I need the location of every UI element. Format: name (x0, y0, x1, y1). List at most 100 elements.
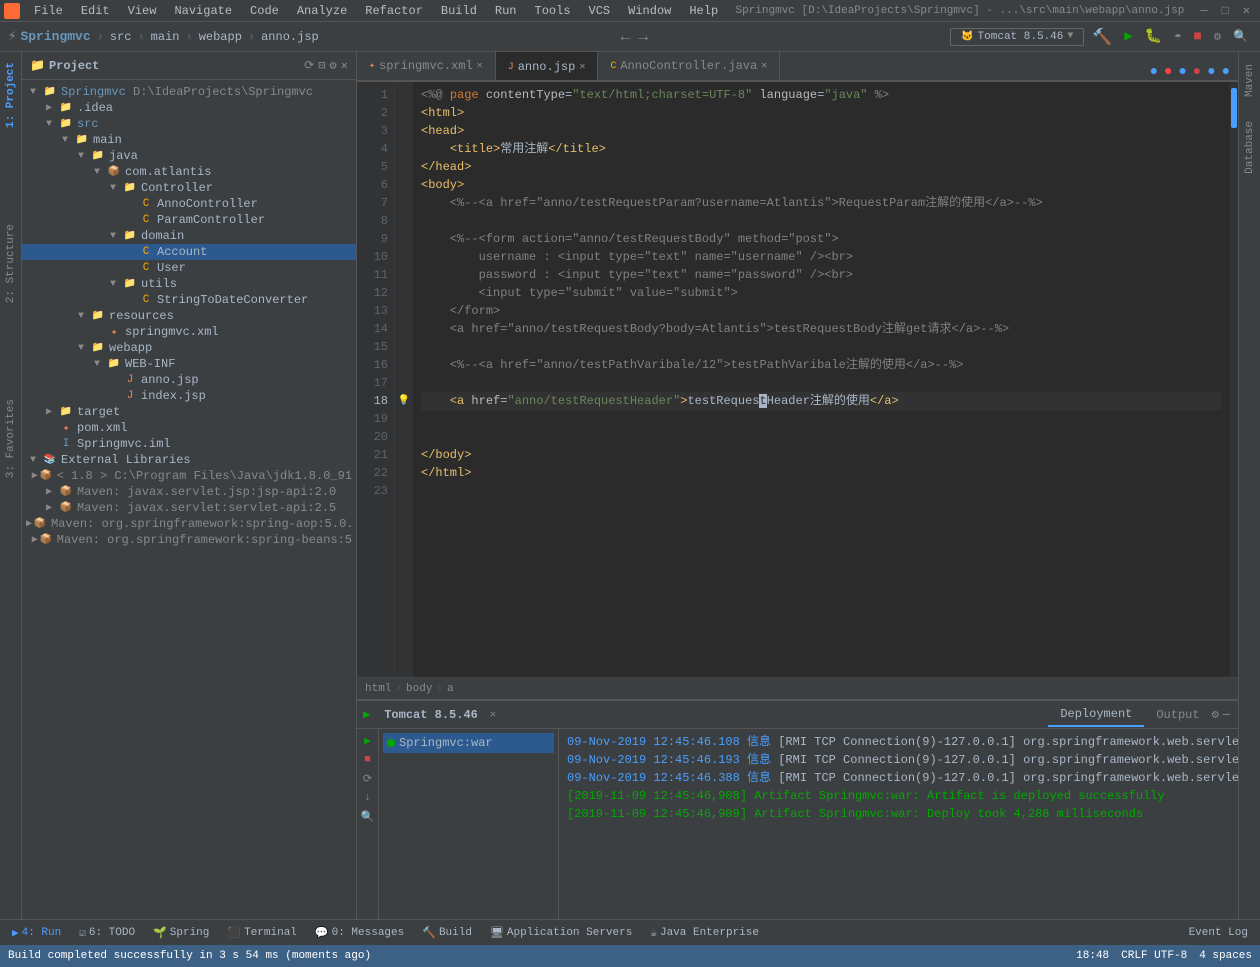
messages-tool-btn[interactable]: 💬 0: Messages (307, 924, 412, 942)
coverage-btn[interactable]: ☂ (1170, 27, 1185, 46)
tree-converter[interactable]: C StringToDateConverter (22, 292, 356, 308)
favorites-tab-label[interactable]: 3: Favorites (3, 393, 19, 484)
forward-btn[interactable]: → (638, 28, 648, 46)
run-config[interactable]: 🐱 Tomcat 8.5.46 ▼ (950, 28, 1084, 46)
tab-springmvc-xml[interactable]: ✦ springmvc.xml ✕ (357, 52, 496, 80)
java-enterprise-tool-btn[interactable]: ☕ Java Enterprise (642, 924, 767, 942)
tree-jdk[interactable]: ▶ 📦 < 1.8 > C:\Program Files\Java\jdk1.8… (22, 468, 356, 484)
close-btn[interactable]: ✕ (1237, 1, 1256, 20)
tree-index-jsp[interactable]: J index.jsp (22, 388, 356, 404)
menu-window[interactable]: Window (620, 2, 679, 20)
tree-account[interactable]: C Account (22, 244, 356, 260)
breadcrumb-html[interactable]: html (365, 683, 391, 695)
structure-tab-label[interactable]: 2: Structure (3, 218, 19, 309)
back-btn[interactable]: ← (621, 28, 631, 46)
tab-ctrl-close[interactable]: ✕ (761, 60, 767, 72)
tree-com-atlantis[interactable]: ▼ 📦 com.atlantis (22, 164, 356, 180)
search-icon[interactable]: 🔨 (1088, 25, 1116, 49)
settings-run-icon[interactable]: ⚙ (1212, 707, 1219, 722)
firefox-icon[interactable]: ● (1164, 64, 1172, 80)
menu-code[interactable]: Code (242, 2, 287, 20)
event-log-btn[interactable]: Event Log (1181, 925, 1256, 941)
safari-icon[interactable]: ● (1222, 64, 1230, 80)
tree-maven1[interactable]: ▶ 📦 Maven: javax.servlet.jsp:jsp-api:2.0 (22, 484, 356, 500)
tree-user[interactable]: C User (22, 260, 356, 276)
run-btn[interactable]: ▶ (1120, 26, 1136, 47)
run-side-filter[interactable]: 🔍 (360, 809, 376, 825)
breadcrumb-body[interactable]: body (406, 683, 432, 695)
tree-anno-controller[interactable]: C AnnoController (22, 196, 356, 212)
tree-webapp[interactable]: ▼ 📁 webapp (22, 340, 356, 356)
tree-springmvc-xml[interactable]: ✦ springmvc.xml (22, 324, 356, 340)
project-tab-label[interactable]: 1: Project (3, 56, 19, 134)
minus-run-icon[interactable]: ─ (1223, 708, 1230, 722)
tab-springmvc-close[interactable]: ✕ (477, 60, 483, 72)
menu-run[interactable]: Run (487, 2, 525, 20)
tab-output[interactable]: Output (1144, 704, 1211, 726)
tree-root[interactable]: ▼ 📁 Springmvc D:\IdeaProjects\Springmvc (22, 84, 356, 100)
tree-domain[interactable]: ▼ 📁 domain (22, 228, 356, 244)
scrollbar-thumb[interactable] (1231, 88, 1237, 128)
tab-deployment[interactable]: Deployment (1048, 703, 1144, 727)
tree-maven3[interactable]: ▶ 📦 Maven: org.springframework:spring-ao… (22, 516, 356, 532)
debug-btn[interactable]: 🐛 (1141, 26, 1166, 47)
tree-java[interactable]: ▼ 📁 java (22, 148, 356, 164)
menu-build[interactable]: Build (433, 2, 485, 20)
breadcrumb-a[interactable]: a (447, 683, 454, 695)
maximize-btn[interactable]: □ (1216, 2, 1235, 20)
code-editor[interactable]: 1 2 3 4 5 6 7 8 9 10 11 12 13 14 15 16 1… (357, 82, 1238, 677)
tree-maven2[interactable]: ▶ 📦 Maven: javax.servlet:servlet-api:2.5 (22, 500, 356, 516)
sync-icon[interactable]: ⟳ (304, 58, 314, 73)
build-tool-btn[interactable]: 🔨 Build (414, 924, 480, 942)
terminal-tool-btn[interactable]: ⬛ Terminal (219, 924, 305, 942)
server-springmvc[interactable]: Springmvc:war (383, 733, 554, 753)
tree-param-controller[interactable]: C ParamController (22, 212, 356, 228)
maven-tab[interactable]: Maven (1242, 56, 1258, 105)
menu-analyze[interactable]: Analyze (289, 2, 355, 20)
tree-controller-pkg[interactable]: ▼ 📁 Controller (22, 180, 356, 196)
tree-pom[interactable]: ✦ pom.xml (22, 420, 356, 436)
tree-target[interactable]: ▶ 📁 target (22, 404, 356, 420)
close-run-panel[interactable]: ✕ (490, 709, 496, 721)
menu-vcs[interactable]: VCS (581, 2, 619, 20)
tree-main[interactable]: ▼ 📁 main (22, 132, 356, 148)
tree-ext-libs[interactable]: ▼ 📚 External Libraries (22, 452, 356, 468)
menu-help[interactable]: Help (681, 2, 726, 20)
ie-icon[interactable]: ● (1178, 64, 1186, 80)
run-tool-btn[interactable]: ▶ 4: Run (4, 924, 69, 942)
todo-tool-btn[interactable]: ☑ 6: TODO (71, 924, 143, 942)
menu-view[interactable]: View (120, 2, 165, 20)
menu-tools[interactable]: Tools (527, 2, 579, 20)
run-side-stop[interactable]: ■ (360, 752, 376, 768)
tab-anno-controller[interactable]: C AnnoController.java ✕ (598, 52, 780, 80)
chrome-icon[interactable]: ● (1150, 64, 1158, 80)
collapse-icon[interactable]: ⊟ (318, 58, 325, 73)
spring-tool-btn[interactable]: 🌱 Spring (145, 924, 217, 942)
edge-icon[interactable]: ● (1207, 64, 1215, 80)
menu-navigate[interactable]: Navigate (166, 2, 240, 20)
stop-btn[interactable]: ■ (1189, 27, 1205, 47)
tree-maven4[interactable]: ▶ 📦 Maven: org.springframework:spring-be… (22, 532, 356, 548)
tree-idea[interactable]: ▶ 📁 .idea (22, 100, 356, 116)
tree-utils[interactable]: ▼ 📁 utils (22, 276, 356, 292)
tab-anno-close[interactable]: ✕ (579, 61, 585, 73)
code-content[interactable]: <%@ page contentType="text/html;charset=… (413, 82, 1230, 677)
toolbar-extra2[interactable]: 🔍 (1229, 27, 1252, 46)
settings-icon[interactable]: ⚙ (330, 58, 337, 73)
minimize-btn[interactable]: ─ (1194, 2, 1213, 20)
menu-refactor[interactable]: Refactor (357, 2, 431, 20)
toolbar-extra1[interactable]: ⚙ (1210, 27, 1225, 46)
hide-icon[interactable]: ✕ (341, 58, 348, 73)
opera-icon[interactable]: ● (1193, 64, 1201, 80)
menu-file[interactable]: File (26, 2, 71, 20)
run-side-refresh[interactable]: ⟳ (360, 771, 376, 787)
app-servers-tool-btn[interactable]: 🖥 Application Servers (482, 924, 640, 942)
tree-resources[interactable]: ▼ 📁 resources (22, 308, 356, 324)
tree-iml[interactable]: I Springmvc.iml (22, 436, 356, 452)
menu-edit[interactable]: Edit (73, 2, 118, 20)
tab-anno-jsp[interactable]: J anno.jsp ✕ (496, 52, 599, 80)
tree-webinf[interactable]: ▼ 📁 WEB-INF (22, 356, 356, 372)
run-side-scroll[interactable]: ↓ (360, 790, 376, 806)
database-tab[interactable]: Database (1242, 113, 1258, 182)
run-side-restart[interactable]: ▶ (360, 733, 376, 749)
